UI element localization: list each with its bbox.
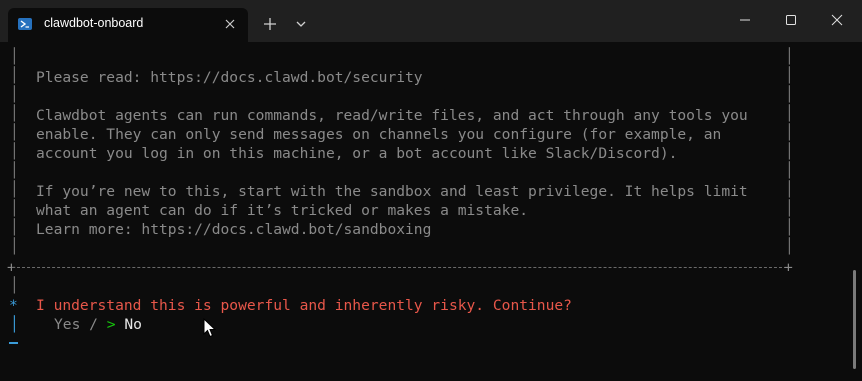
confirm-prompt: I understand this is powerful and inhere… (36, 297, 572, 314)
tab-clawdbot-onboard[interactable]: clawdbot-onboard (8, 8, 248, 42)
minimize-icon (740, 19, 750, 21)
scrollbar[interactable] (853, 270, 856, 369)
box-border-left: │ │ │ │ │ │ │ │ │ │ │ (10, 48, 19, 255)
prompt-line: * (9, 296, 18, 315)
body-line-2: enable. They can only send messages on c… (36, 126, 722, 143)
close-button[interactable] (814, 4, 860, 36)
close-icon (831, 14, 843, 26)
prompt-marker: * (9, 297, 18, 314)
mouse-pointer-icon (203, 318, 217, 338)
new-tab-button[interactable] (257, 12, 283, 36)
option-separator: / (89, 316, 98, 333)
sandboxing-link-line: Learn more: https://docs.clawd.bot/sandb… (36, 221, 432, 238)
terminal-window: clawdbot-onboard │ │ │ │ │ │ │ │ │ │ │ │… (0, 0, 862, 381)
option-no[interactable]: No (124, 316, 142, 333)
body-line-3: account you log in on this machine, or a… (36, 145, 678, 162)
selection-arrow: > (106, 316, 116, 333)
security-link-line: Please read: https://docs.clawd.bot/secu… (36, 69, 423, 86)
gutter-bar: │ (10, 277, 19, 294)
plus-icon (264, 18, 276, 30)
tab-dropdown-button[interactable] (288, 12, 314, 36)
body-line-4: If you’re new to this, start with the sa… (36, 183, 748, 200)
maximize-icon (786, 15, 796, 25)
minimize-button[interactable] (722, 4, 768, 36)
gutter-bar-active: │ (10, 316, 19, 333)
terminal-cursor (9, 342, 18, 344)
maximize-button[interactable] (768, 4, 814, 36)
tab-close-icon[interactable] (222, 16, 238, 32)
box-border-right: │ │ │ │ │ │ │ │ │ │ │ (785, 48, 794, 255)
box-border-bottom (12, 267, 792, 268)
title-bar: clawdbot-onboard (0, 0, 862, 42)
powershell-icon (18, 18, 32, 30)
body-line-5: what an agent can do if it’s tricked or … (36, 202, 529, 219)
terminal-output[interactable]: │ │ │ │ │ │ │ │ │ │ │ │ │ │ │ │ │ │ │ │ │ │ Please read: htt… (0, 42, 862, 381)
body-line-1: Clawdbot agents can run commands, read/w… (36, 107, 748, 124)
chevron-down-icon (296, 21, 306, 27)
tab-title: clawdbot-onboard (44, 16, 144, 30)
options-line: Yes / > No (54, 315, 142, 334)
box-corner-right: + (784, 259, 793, 276)
option-yes[interactable]: Yes (54, 316, 80, 333)
